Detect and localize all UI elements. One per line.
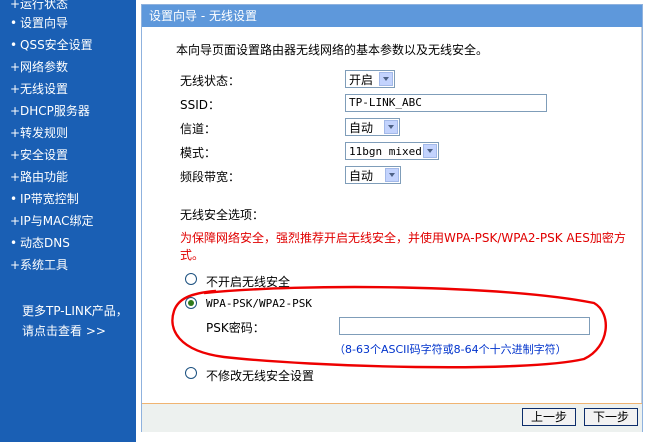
sidebar-item-routing[interactable]: +路由功能 <box>10 169 68 185</box>
bullet-icon: + <box>10 0 21 11</box>
sidebar-item-ddns[interactable]: • 动态DNS <box>10 235 70 251</box>
mode-value: 11bgn mixed <box>349 145 422 158</box>
sidebar: +运行状态 • 设置向导 • QSS安全设置 +网络参数 +无线设置 +DHCP服务… <box>0 0 136 442</box>
panel-title: 设置向导 - 无线设置 <box>142 5 642 27</box>
annotation-circle <box>171 285 607 369</box>
plus-icon: + <box>10 170 21 184</box>
chevron-down-icon <box>384 120 398 134</box>
promo-line-2: 请点击查看 >> <box>22 324 106 338</box>
sidebar-item-tools[interactable]: +系统工具 <box>10 257 68 273</box>
security-warning-line-2: 式。 <box>180 248 205 262</box>
sidebar-item-wizard[interactable]: • 设置向导 <box>10 15 68 31</box>
promo-line-1: 更多TP-LINK产品， <box>22 304 128 318</box>
more-products-link[interactable]: 更多TP-LINK产品， 请点击查看 >> <box>22 301 128 341</box>
wireless-status-select[interactable]: 开启 <box>345 70 395 88</box>
bullet-icon: • <box>10 192 18 206</box>
radio-keep-security-label: 不修改无线安全设置 <box>206 369 315 383</box>
channel-label: 信道： <box>180 122 217 136</box>
chevron-down-icon <box>423 144 437 158</box>
security-heading: 无线安全选项： <box>180 208 265 222</box>
sidebar-item-security[interactable]: +安全设置 <box>10 147 68 163</box>
plus-icon: + <box>10 82 21 96</box>
chevron-down-icon <box>379 72 393 86</box>
bullet-icon: • <box>10 38 18 52</box>
sidebar-item-bandwidth[interactable]: • IP带宽控制 <box>10 191 79 207</box>
plus-icon: + <box>10 214 21 228</box>
mode-label: 模式： <box>180 146 217 160</box>
sidebar-item-ipmac[interactable]: +IP与MAC绑定 <box>10 213 94 229</box>
plus-icon: + <box>10 126 21 140</box>
ssid-label: SSID： <box>180 98 221 112</box>
bullet-icon: • <box>10 16 18 30</box>
sidebar-item-qss[interactable]: • QSS安全设置 <box>10 37 93 53</box>
wireless-status-label: 无线状态： <box>180 74 241 88</box>
wizard-panel: 设置向导 - 无线设置 本向导页面设置路由器无线网络的基本参数以及无线安全。 无… <box>141 4 643 432</box>
plus-icon: + <box>10 148 21 162</box>
ssid-input[interactable]: TP-LINK_ABC <box>345 94 547 112</box>
prev-button[interactable]: 上一步 <box>522 408 576 426</box>
sidebar-item-forwarding[interactable]: +转发规则 <box>10 125 68 141</box>
bandwidth-value: 自动 <box>349 169 374 183</box>
radio-keep-security[interactable] <box>185 367 197 379</box>
button-bar: 上一步 下一步 <box>142 403 642 432</box>
mode-select[interactable]: 11bgn mixed <box>345 142 439 160</box>
bullet-icon: • <box>10 236 18 250</box>
plus-icon: + <box>10 60 21 74</box>
chevron-down-icon <box>385 168 399 182</box>
sidebar-item-wireless[interactable]: +无线设置 <box>10 81 68 97</box>
sidebar-item-status[interactable]: +运行状态 <box>10 0 68 12</box>
wireless-status-value: 开启 <box>349 73 374 87</box>
plus-icon: + <box>10 104 21 118</box>
bandwidth-select[interactable]: 自动 <box>345 166 401 184</box>
security-warning-line-1: 为保障网络安全，强烈推荐开启无线安全，并使用WPA-PSK/WPA2-PSK A… <box>180 231 626 245</box>
radio-no-security[interactable] <box>185 273 197 285</box>
plus-icon: + <box>10 258 21 272</box>
next-button[interactable]: 下一步 <box>584 408 638 426</box>
sidebar-item-dhcp[interactable]: +DHCP服务器 <box>10 103 90 119</box>
sidebar-item-network[interactable]: +网络参数 <box>10 59 68 75</box>
channel-select[interactable]: 自动 <box>345 118 400 136</box>
channel-value: 自动 <box>349 121 374 135</box>
bandwidth-label: 频段带宽： <box>180 170 241 184</box>
intro-text: 本向导页面设置路由器无线网络的基本参数以及无线安全。 <box>176 43 489 57</box>
